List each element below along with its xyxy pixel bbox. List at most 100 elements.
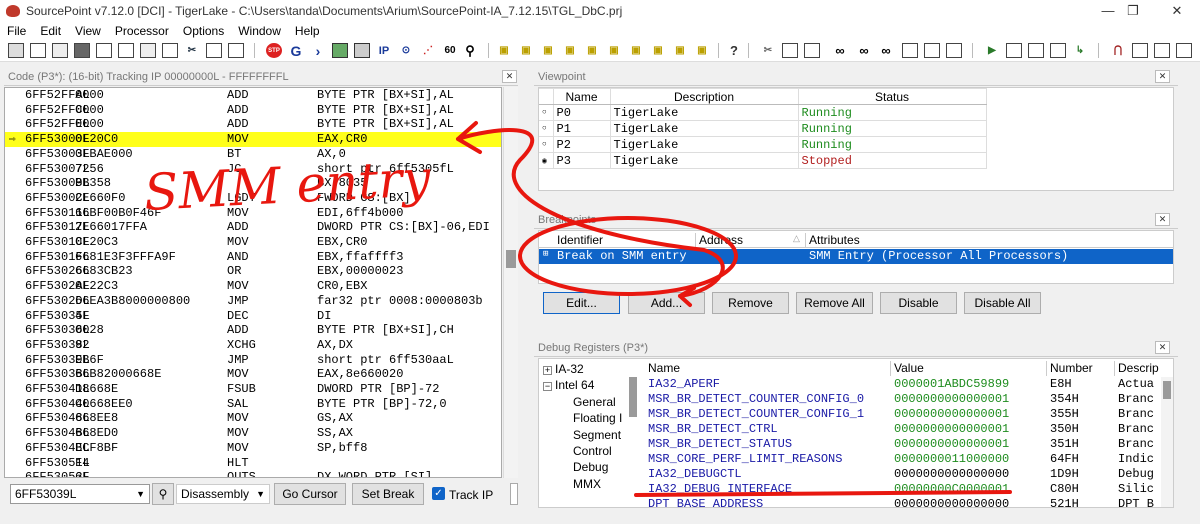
col-reg-name[interactable]: Name [645,361,891,376]
code-row[interactable]: 6FF5302DL 66EA3B8000000800 JMP far32 ptr 00… [5,294,501,309]
code-row[interactable]: 6FF53017L 2E66017FFA ADD DWORD PTR CS:[BX]-… [5,220,501,235]
maximize-button[interactable]: ❐ [1110,0,1156,22]
col-reg-description[interactable]: Descrip [1115,361,1161,376]
viewpoint-row[interactable]: ○ P0 TigerLake Running [539,104,987,121]
code-row[interactable]: 6FF52FFEL 0000 ADD BYTE PTR [BX+SI],AL [5,117,501,132]
run-icon[interactable]: ▶ [984,43,1000,58]
tree-item[interactable]: − Intel 64 [543,378,594,392]
memory-icon[interactable] [332,43,348,58]
processor-5-icon[interactable]: ▣ [584,43,600,58]
scroll-thumb[interactable] [506,250,516,268]
add-button[interactable]: Add... [628,292,705,314]
breakpoints-close-button[interactable]: ✕ [1155,213,1170,226]
tree-item[interactable]: General [573,395,616,409]
code-row[interactable]: 6FF53036L 0028 ADD BYTE PTR [BX+SI],CH [5,323,501,338]
code-row[interactable]: 6FF53009L BB358 BX,8035 [5,176,501,191]
register-row[interactable]: MSR_BR_DETECT_STATUS 0000000000000001 351H… [645,437,1161,452]
code-row[interactable]: 6FF53038L 92 XCHG AX,DX [5,338,501,353]
menu-help[interactable]: Help [288,24,327,38]
stop-icon[interactable]: STP [266,43,282,58]
viewpoint-row[interactable]: ○ P1 TigerLake Running [539,120,987,137]
ip-icon[interactable]: IP [376,43,392,58]
remove-button[interactable]: Remove [712,292,789,314]
code-row[interactable]: 6FF5301FL 6681E3F3FFFA9F AND EBX,ffaffff3 [5,250,501,265]
list-icon[interactable] [96,43,112,58]
window-icon[interactable] [118,43,134,58]
document-icon[interactable] [162,43,178,58]
code-row[interactable]: 6FF53052L 6F OUTS DX,WORD PTR [SI] [5,470,501,477]
cascade-icon[interactable] [140,43,156,58]
code-row[interactable]: 6FF52FFCL 0000 ADD BYTE PTR [BX+SI],AL [5,103,501,118]
step-into-icon[interactable] [1006,43,1022,58]
debug-registers-close-button[interactable]: ✕ [1155,341,1170,354]
copy2-icon[interactable] [782,43,798,58]
step-over-icon[interactable] [1028,43,1044,58]
code-row[interactable]: 6FF53041L D8668E FSUB DWORD PTR [BP]-72 [5,382,501,397]
collapse-icon[interactable]: − [543,382,552,392]
register-scroll-thumb[interactable] [1163,381,1171,399]
chevron-down-icon[interactable]: ▼ [256,485,265,503]
col-attributes[interactable]: Attributes [805,233,860,247]
col-reg-value[interactable]: Value [891,361,1047,376]
breakpoint-row[interactable]: ⊞ Break on SMM entry SMM Entry (Processo… [539,249,1173,264]
settings-icon[interactable] [946,43,962,58]
processor-7-icon[interactable]: ▣ [628,43,644,58]
go-to-address-button[interactable]: ⚲ [152,483,174,505]
processor-radio[interactable]: ○ [539,120,554,137]
col-address[interactable]: Address [695,233,743,247]
code-row[interactable]: 6FF5304BL 668ED0 MOV SS,AX [5,426,501,441]
code-row[interactable]: 6FF53011L 66BF00B0F46F MOV EDI,6ff4b000 [5,206,501,221]
remove-all-button[interactable]: Remove All [796,292,873,314]
open-icon[interactable] [8,43,24,58]
expand-icon[interactable]: ⊞ [543,249,548,259]
cut-icon[interactable]: ✂ [184,43,200,58]
trace-icon[interactable]: ⋰ [420,43,436,58]
code-row[interactable]: 6FF53051L F4 HLT [5,456,501,471]
register-row[interactable]: MSR_CORE_PERF_LIMIT_REASONS 0000000011000… [645,452,1161,467]
resize-grip[interactable] [510,483,518,505]
processor-radio[interactable]: ○ [539,104,554,121]
menu-processor[interactable]: Processor [108,24,176,38]
go-cursor-button[interactable]: Go Cursor [274,483,346,505]
code-row[interactable]: 6FF53007L 7256 JC short ptr 6ff5305fL [5,162,501,177]
code-scrollbar[interactable] [503,87,518,478]
code-row[interactable]: 6FF53000L 0F20C0 MOV EAX,CR0 ⇨ [5,132,501,147]
edit-button[interactable]: Edit... [543,292,620,314]
save-icon[interactable] [30,43,46,58]
tree-item[interactable]: Debug [573,460,608,474]
magnet-icon[interactable]: ⋂ [1110,43,1126,58]
tree-item[interactable]: + IA-32 [543,362,584,376]
close-button[interactable]: ✕ [1154,0,1200,22]
code-row[interactable]: 6FF53048L 668EE8 MOV GS,AX [5,411,501,426]
tree-item[interactable]: Segment [573,428,621,442]
code-row[interactable]: 6FF53003L 0FBAE000 BT AX,0 [5,147,501,162]
col-reg-number[interactable]: Number [1047,361,1115,376]
code-listing[interactable]: 6FF52FFAL 0000 ADD BYTE PTR [BX+SI],AL 6FF52… [4,87,502,478]
run-to-icon[interactable]: ↳ [1072,43,1088,58]
register-scrollbar[interactable] [1161,377,1173,507]
menu-window[interactable]: Window [231,24,288,38]
print-icon[interactable] [924,43,940,58]
font-icon[interactable] [902,43,918,58]
menu-view[interactable]: View [68,24,108,38]
tree-item[interactable]: MMX [573,477,601,491]
code-row[interactable]: 6FF5301CL 0F20C3 MOV EBX,CR0 [5,235,501,250]
set-break-button[interactable]: Set Break [352,483,424,505]
code-row[interactable]: 6FF53039L EB6F JMP short ptr 6ff530aaL [5,353,501,368]
viewpoint-row[interactable]: ○ P2 TigerLake Running [539,136,987,153]
code-panel-close-button[interactable]: ✕ [502,70,517,83]
processor-1-icon[interactable]: ▣ [496,43,512,58]
mode-combo[interactable]: Disassembly ▼ [176,484,270,504]
tree-item[interactable]: Floating I [573,411,622,425]
import-icon[interactable] [1176,43,1192,58]
expand-icon[interactable]: + [543,366,552,375]
register-row[interactable]: IA32_APERF 0000001ABDC59899 E8H Actua [645,377,1161,392]
export-icon[interactable] [1154,43,1170,58]
viewpoint-close-button[interactable]: ✕ [1155,70,1170,83]
col-name[interactable]: Name [552,88,611,105]
col-description[interactable]: Description [609,88,799,105]
processor-4-icon[interactable]: ▣ [562,43,578,58]
code-row[interactable]: 6FF5302AL 0F22C3 MOV CR0,EBX [5,279,501,294]
paste-icon[interactable] [228,43,244,58]
register-row[interactable]: MSR_BR_DETECT_COUNTER_CONFIG_0 0000000000… [645,392,1161,407]
